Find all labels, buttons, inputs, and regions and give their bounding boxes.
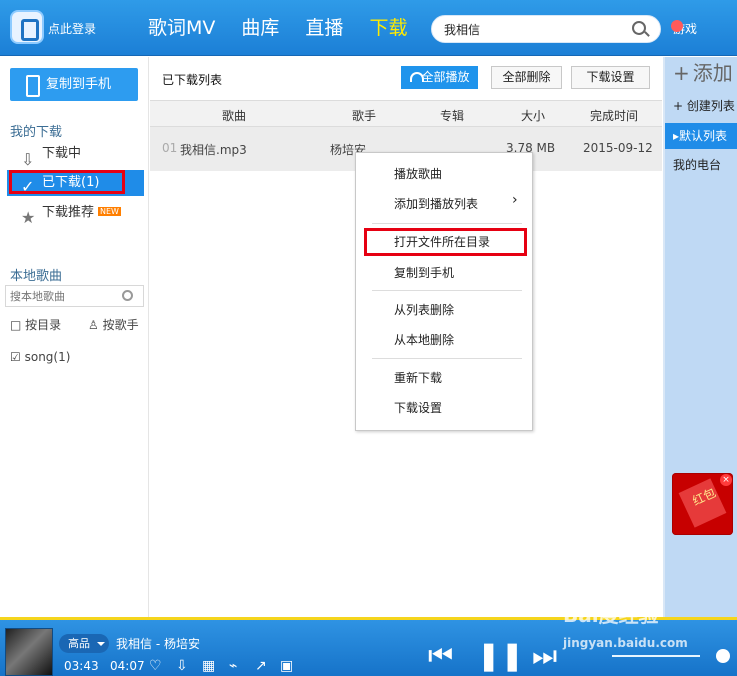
heart-icon[interactable]: ♡ xyxy=(149,658,162,674)
total-time: 04:07 xyxy=(110,659,145,673)
next-icon[interactable]: ⏭ xyxy=(532,642,557,670)
nav-download[interactable]: 下载 xyxy=(369,14,407,42)
download-icon[interactable]: ⇩ xyxy=(176,658,188,674)
close-icon[interactable]: × xyxy=(720,474,732,486)
sidebar-item-label: 下载中 xyxy=(42,146,82,161)
menu-open-folder[interactable]: 打开文件所在目录 xyxy=(394,233,490,250)
table-header: 歌曲 歌手 专辑 大小 完成时间 xyxy=(150,100,662,127)
mic-icon[interactable]: ⌁ xyxy=(229,658,237,674)
user-icon: ♙ xyxy=(88,318,99,332)
song-folder-label: song(1) xyxy=(24,350,71,364)
lyric-icon[interactable]: ▣ xyxy=(280,658,293,674)
highlight-box xyxy=(9,170,125,194)
app-logo[interactable] xyxy=(10,10,44,44)
context-menu: 播放歌曲 添加到播放列表 打开文件所在目录 复制到手机 从列表删除 从本地删除 … xyxy=(355,152,533,431)
my-radio-item[interactable]: 我的电台 xyxy=(665,152,737,178)
checkbox-icon: ☑ xyxy=(10,350,21,364)
my-downloads-heading: 我的下载 xyxy=(10,125,63,140)
page-title: 已下载列表 xyxy=(162,73,223,87)
local-search-box[interactable] xyxy=(5,285,144,307)
video-icon[interactable]: ▦ xyxy=(202,658,215,674)
baidu-watermark: Bai度经验 jingyan.baidu.com xyxy=(563,599,688,652)
watermark-url: jingyan.baidu.com xyxy=(563,636,688,650)
left-sidebar: 复制到手机 我的下载 下载中 ⇩ 已下载(1) ✓ 下载推荐 NEW ★ 本地歌曲… xyxy=(0,57,149,617)
red-envelope-ad[interactable]: 红包 × xyxy=(672,473,733,535)
volume-slider[interactable] xyxy=(612,655,700,657)
share-icon[interactable]: ↗ xyxy=(255,658,267,674)
menu-separator xyxy=(372,223,522,224)
login-link[interactable]: 点此登录 xyxy=(48,20,96,37)
volume-knob[interactable] xyxy=(716,649,730,663)
watermark-brand: Bai度经验 xyxy=(563,603,659,627)
search-icon[interactable] xyxy=(632,21,646,35)
games-link[interactable]: 游戏 xyxy=(670,20,697,37)
local-songs-heading: 本地歌曲 xyxy=(10,269,63,284)
menu-delete-local[interactable]: 从本地删除 xyxy=(394,331,454,348)
column-album[interactable]: 专辑 xyxy=(440,107,464,124)
nav-library[interactable]: 曲库 xyxy=(241,14,279,42)
download-icon: ⇩ xyxy=(21,150,35,169)
right-playlist-panel: + 添加 + 创建列表 ▸默认列表 我的电台 红包 × xyxy=(663,57,737,617)
copy-to-phone-button[interactable]: 复制到手机 xyxy=(10,68,138,101)
menu-download-settings[interactable]: 下载设置 xyxy=(394,399,442,416)
album-cover[interactable] xyxy=(5,628,53,676)
previous-icon[interactable]: ⏮ xyxy=(428,642,453,670)
row-song: 我相信.mp3 xyxy=(180,143,247,157)
add-label: 添加 xyxy=(692,61,733,85)
folder-icon: □ xyxy=(10,318,22,332)
plus-icon: + xyxy=(673,61,690,85)
play-all-button[interactable]: 全部播放 xyxy=(401,66,478,89)
create-list-item[interactable]: + 创建列表 xyxy=(665,93,737,119)
my-radio-label: 我的电台 xyxy=(673,158,722,172)
menu-copy-to-phone[interactable]: 复制到手机 xyxy=(394,264,454,281)
sidebar-item-label: 下载推荐 xyxy=(42,205,95,220)
current-time: 03:43 xyxy=(64,659,99,673)
add-button[interactable]: + 添加 xyxy=(673,63,736,83)
local-search-input[interactable] xyxy=(10,287,110,305)
red-envelope-label: 红包 xyxy=(690,485,719,509)
pause-icon[interactable]: ❚❚ xyxy=(477,642,524,670)
menu-add-to-playlist[interactable]: 添加到播放列表 xyxy=(394,192,518,212)
by-singer-label: 按歌手 xyxy=(102,318,139,332)
song-folder-item[interactable]: ☑ song(1) xyxy=(10,350,70,364)
row-index: 01 xyxy=(162,141,178,155)
new-badge: NEW xyxy=(98,207,121,216)
by-folder-button[interactable]: □ 按目录 xyxy=(10,316,61,333)
menu-play-song[interactable]: 播放歌曲 xyxy=(394,165,442,182)
star-icon: ★ xyxy=(21,208,36,227)
column-date[interactable]: 完成时间 xyxy=(590,107,638,124)
menu-redownload[interactable]: 重新下载 xyxy=(394,369,442,386)
by-singer-button[interactable]: ♙ 按歌手 xyxy=(88,316,139,333)
column-song[interactable]: 歌曲 xyxy=(222,107,246,124)
now-playing-title: 我相信 - 杨培安 xyxy=(116,637,200,651)
quality-selector[interactable]: 高品 xyxy=(59,634,109,653)
menu-remove-from-list[interactable]: 从列表删除 xyxy=(394,301,454,318)
menu-separator xyxy=(372,358,522,359)
top-bar: 点此登录 歌词MV 曲库 直播 下载 游戏 xyxy=(0,0,737,56)
search-icon[interactable] xyxy=(122,290,133,301)
row-date: 2015-09-12 xyxy=(583,141,653,155)
default-list-item[interactable]: ▸默认列表 xyxy=(665,123,737,149)
nav-live[interactable]: 直播 xyxy=(305,14,343,42)
menu-separator xyxy=(372,290,522,291)
nav-lyrics-mv[interactable]: 歌词MV xyxy=(148,14,215,42)
search-box[interactable] xyxy=(431,15,661,43)
download-settings-button[interactable]: 下载设置 xyxy=(571,66,650,89)
by-folder-label: 按目录 xyxy=(25,318,62,332)
column-singer[interactable]: 歌手 xyxy=(352,107,376,124)
default-list-label: 默认列表 xyxy=(679,129,728,143)
delete-all-button[interactable]: 全部删除 xyxy=(491,66,562,89)
column-size[interactable]: 大小 xyxy=(521,107,545,124)
search-input[interactable] xyxy=(444,21,624,37)
create-list-label: 创建列表 xyxy=(686,99,735,113)
main-navigation: 歌词MV 曲库 直播 下载 xyxy=(148,14,407,42)
